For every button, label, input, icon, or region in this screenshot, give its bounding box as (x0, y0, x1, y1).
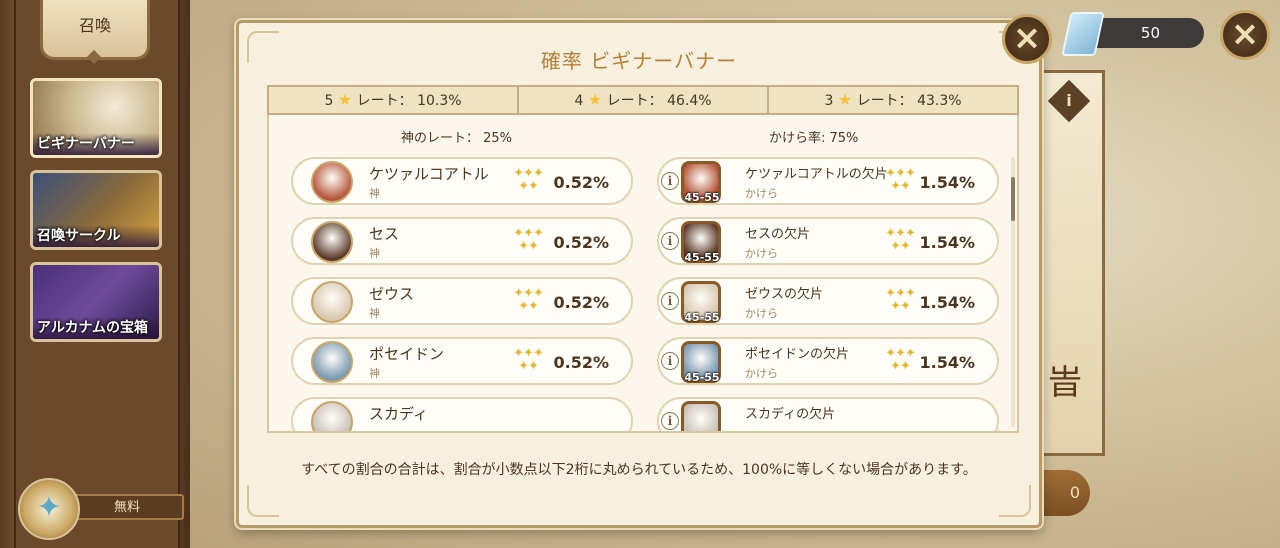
star-rating-icon: ✦✦✦ ✦✦ (513, 226, 544, 254)
info-icon[interactable]: i (661, 292, 679, 310)
star-icon: ★ (837, 90, 853, 109)
fragment-rate-row[interactable]: i 45-55 セスの欠片かけら ✦✦✦ ✦✦ 1.54% (657, 217, 999, 265)
god-rate-row[interactable]: スカディ (291, 397, 633, 431)
hero-name: ケツァルコアトルの欠片 (745, 167, 888, 182)
sidebar-tab-arcanum-chest[interactable]: アルカナムの宝箱 (30, 262, 162, 342)
drop-rate: 0.52% (553, 293, 609, 312)
star-icon: ★ (337, 90, 353, 109)
close-screen-button[interactable]: × (1220, 10, 1270, 60)
drop-rate: 1.54% (919, 293, 975, 312)
rate-3-star: 3 ★ レート： 43.3% (767, 87, 1017, 113)
drop-rate: 1.54% (919, 233, 975, 252)
hero-name: ゼウスの欠片 (745, 287, 824, 302)
drop-rate: 0.52% (553, 173, 609, 192)
info-icon[interactable]: i (661, 412, 679, 430)
fragment-portrait (681, 401, 721, 431)
dialog-title: 確率 ビギナーバナー (540, 49, 738, 73)
hero-type: 神 (369, 367, 380, 380)
god-portrait (311, 281, 353, 323)
free-summon-label[interactable]: 無料 (70, 494, 184, 520)
god-rate-row[interactable]: セス神 ✦✦✦ ✦✦ 0.52% (291, 217, 633, 265)
hero-type: かけら (745, 307, 778, 320)
god-rate-header: 神のレート： 25% (401, 131, 513, 146)
hero-name: ポセイドン (369, 345, 445, 363)
hero-type: かけら (745, 247, 778, 260)
hero-name: スカディ (369, 405, 428, 423)
god-portrait (311, 401, 353, 431)
sidebar-tab-label: 召喚サークル (33, 225, 159, 247)
info-icon[interactable]: i (661, 172, 679, 190)
hero-name: ポセイドンの欠片 (745, 347, 850, 362)
sidebar-tab-label: ビギナーバナー (33, 133, 159, 155)
hero-name: セスの欠片 (745, 227, 811, 242)
star-rating-icon: ✦✦✦ ✦✦ (513, 286, 544, 314)
hero-type: 神 (369, 187, 380, 200)
info-icon[interactable]: i (661, 352, 679, 370)
rounding-note: すべての割合の合計は、割合が小数点以下2桁に丸められているため、100%に等しく… (301, 462, 977, 478)
background-summon-button[interactable]: 0 (1038, 470, 1090, 516)
sidebar: 召喚 ビギナーバナー 召喚サークル アルカナムの宝箱 無料 ✦ (0, 0, 190, 548)
hero-name: ゼウス (369, 285, 415, 303)
star-rating-icon: ✦✦✦ ✦✦ (513, 166, 544, 194)
sidebar-tab-summon-circle[interactable]: 召喚サークル (30, 170, 162, 250)
close-dialog-button[interactable]: × (1002, 14, 1052, 64)
ornament-corner (999, 485, 1031, 517)
hero-type: 神 (369, 307, 380, 320)
hero-type: 神 (369, 247, 380, 260)
god-rate-row[interactable]: ゼウス神 ✦✦✦ ✦✦ 0.52% (291, 277, 633, 325)
level-range: 45-55 (684, 371, 720, 384)
god-portrait (311, 221, 353, 263)
fragment-rate-row[interactable]: i 45-55 ケツァルコアトルの欠片 かけら ✦✦✦ ✦✦ 1.54% (657, 157, 999, 205)
hero-name: セス (369, 225, 400, 243)
info-icon[interactable]: i (661, 232, 679, 250)
fragment-rate-row[interactable]: i スカディの欠片 (657, 397, 999, 431)
drop-rate: 1.54% (919, 353, 975, 372)
sidebar-tab-beginner-banner[interactable]: ビギナーバナー (30, 78, 162, 158)
background-banner-text: 旹 (1048, 363, 1082, 403)
star-rating-icon: ✦✦✦ ✦✦ (885, 286, 916, 314)
star-icon: ★ (587, 90, 603, 109)
fragment-rate-row[interactable]: i 45-55 ゼウスの欠片 かけら ✦✦✦ ✦✦ 1.54% (657, 277, 999, 325)
drop-rate: 0.52% (553, 353, 609, 372)
hero-name: ケツァルコアトル (369, 165, 489, 183)
fragment-rate-header: かけら率: 75% (769, 131, 859, 146)
god-portrait (311, 341, 353, 383)
hero-type: かけら (745, 187, 778, 200)
drop-rate: 0.52% (553, 233, 609, 252)
drop-rate: 1.54% (919, 173, 975, 192)
fragment-rate-row[interactable]: i 45-55 ポセイドンの欠片 かけら ✦✦✦ ✦✦ 1.54% (657, 337, 999, 385)
sidebar-tab-label: アルカナムの宝箱 (33, 317, 159, 339)
level-range: 45-55 (684, 311, 720, 324)
probability-dialog: 確率 ビギナーバナー 5 ★ レート： 10.3% 4 ★ レート： 46.4%… (236, 20, 1042, 528)
level-range: 45-55 (684, 251, 720, 264)
hero-type: かけら (745, 367, 778, 380)
star-rating-icon: ✦✦✦ ✦✦ (885, 166, 916, 194)
god-rate-row[interactable]: ケツァルコアトル神 ✦✦✦ ✦✦ 0.52% (291, 157, 633, 205)
star-rating-icon: ✦✦✦ ✦✦ (885, 346, 916, 374)
god-rate-row[interactable]: ポセイドン神 ✦✦✦ ✦✦ 0.52% (291, 337, 633, 385)
rate-5-star: 5 ★ レート： 10.3% (324, 90, 462, 109)
level-range: 45-55 (684, 191, 720, 204)
banner-info-icon[interactable]: i (1047, 79, 1091, 123)
star-rating-icon: ✦✦✦ ✦✦ (885, 226, 916, 254)
rarity-rate-bar: 5 ★ レート： 10.3% 4 ★ レート： 46.4% 3 ★ レート： 4… (267, 85, 1019, 115)
god-portrait (311, 161, 353, 203)
ornament-corner (247, 485, 279, 517)
star-orb-icon[interactable]: ✦ (18, 478, 80, 540)
scroll-thumb[interactable] (1011, 177, 1015, 221)
scrollbar[interactable] (1011, 157, 1015, 427)
hero-name: スカディの欠片 (745, 407, 836, 422)
star-rating-icon: ✦✦✦ ✦✦ (513, 346, 544, 374)
rate-4-star: 4 ★ レート： 46.4% (517, 87, 767, 113)
rates-list-panel[interactable]: 神のレート： 25% かけら率: 75% ケツァルコアトル神 ✦✦✦ ✦✦ 0.52… (267, 115, 1019, 433)
